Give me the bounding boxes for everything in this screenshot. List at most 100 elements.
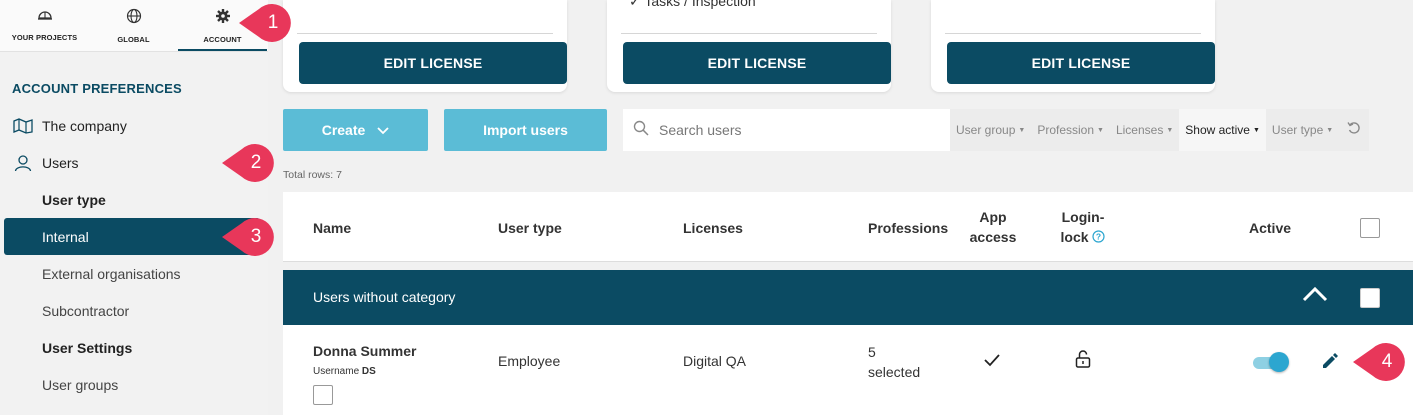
row-checkbox[interactable] (313, 385, 333, 405)
header-line: Login- (1061, 209, 1105, 225)
unlock-icon[interactable] (1075, 350, 1091, 373)
username-label: Username (313, 366, 360, 377)
chevron-down-icon (377, 122, 389, 138)
edit-license-button[interactable]: EDIT LICENSE (299, 42, 567, 84)
license-card: ✓ Tasks / Inspection EDIT LICENSE (607, 0, 891, 92)
filter-user-type[interactable]: User type ▼ (1266, 109, 1339, 151)
sidebar-item-subcontractor[interactable]: Subcontractor (4, 292, 260, 329)
caret-down-icon: ▼ (1166, 126, 1174, 134)
sidebar-item-user-groups[interactable]: User groups (4, 366, 260, 403)
filter-label: Profession (1037, 123, 1095, 137)
sidebar-item-label: External organisations (42, 265, 181, 282)
professions-count: 5 (868, 344, 876, 360)
professions-suffix: selected (868, 364, 921, 380)
search-input[interactable] (659, 122, 919, 138)
user-name[interactable]: Donna Summer (313, 343, 416, 359)
sidebar-item-label: Internal (42, 228, 89, 245)
column-header-user-type[interactable]: User type (498, 220, 562, 236)
filter-label: Show active (1185, 123, 1250, 137)
caret-down-icon: ▼ (1326, 126, 1334, 134)
reset-filters-button[interactable] (1339, 109, 1369, 151)
filter-profession[interactable]: Profession ▼ (1031, 109, 1110, 151)
header-line: lock (1060, 229, 1089, 245)
header-line: access (969, 229, 1017, 245)
licenses-cell: Digital QA (683, 353, 747, 369)
filter-show-active[interactable]: Show active ▼ (1179, 109, 1266, 151)
user-icon (12, 152, 34, 174)
help-icon[interactable]: ? (1092, 229, 1106, 245)
toggle-knob (1269, 352, 1289, 372)
tab-label: ACCOUNT (203, 35, 242, 44)
license-card: EDIT LICENSE (931, 0, 1215, 92)
caret-down-icon: ▼ (1252, 126, 1260, 134)
group-row: Users without category (283, 270, 1413, 325)
group-label: Users without category (313, 289, 456, 305)
tab-label: GLOBAL (117, 35, 150, 44)
map-icon (12, 115, 34, 137)
select-all-checkbox[interactable] (1360, 218, 1380, 238)
edit-pencil-icon[interactable] (1321, 352, 1339, 375)
sidebar-item-label: Users (42, 154, 79, 171)
professions-cell: 5 selected (868, 342, 920, 382)
table-row: Donna Summer Username DS Employee Digita… (283, 325, 1413, 415)
column-header-login-lock[interactable]: Login- lock ? (1053, 209, 1113, 245)
main-content: EDIT LICENSE ✓ Tasks / Inspection EDIT L… (268, 0, 1413, 415)
filter-licenses[interactable]: Licenses ▼ (1110, 109, 1179, 151)
username: Username DS (313, 366, 376, 377)
chevron-up-icon[interactable] (1301, 284, 1329, 309)
column-header-active[interactable]: Active (1249, 220, 1291, 236)
import-users-button[interactable]: Import users (444, 109, 607, 151)
annotation-badge-2: 2 (222, 141, 278, 185)
sidebar-item-company[interactable]: The company (4, 107, 260, 144)
filter-bar: User group ▼ Profession ▼ Licenses ▼ Show a… (950, 109, 1370, 151)
create-button[interactable]: Create (283, 109, 428, 151)
sidebar-item-label: Subcontractor (42, 302, 130, 319)
sidebar-heading-user-type: User type (4, 181, 260, 218)
column-header-name[interactable]: Name (313, 220, 351, 236)
sidebar-item-label: User type (42, 191, 106, 208)
gear-icon (215, 8, 231, 29)
column-header-licenses[interactable]: Licenses (683, 220, 743, 236)
sidebar-item-external-organisations[interactable]: External organisations (4, 255, 260, 292)
sidebar-item-label: The company (42, 117, 127, 134)
create-label: Create (321, 122, 366, 138)
edit-license-button[interactable]: EDIT LICENSE (947, 42, 1215, 84)
tab-your-projects[interactable]: YOUR PROJECTS (0, 0, 89, 51)
divider (621, 33, 877, 34)
sidebar: YOUR PROJECTS GLOBAL ACCOUNT ACCOUNT PRE… (0, 0, 268, 415)
caret-down-icon: ▼ (1097, 126, 1104, 134)
badge-number: 1 (267, 12, 279, 33)
divider (945, 33, 1201, 34)
filter-label: User type (1271, 123, 1324, 137)
top-navigation: YOUR PROJECTS GLOBAL ACCOUNT (0, 0, 268, 52)
total-rows: Total rows: 7 (283, 169, 342, 181)
helmet-icon (37, 8, 53, 27)
account-preferences-title: ACCOUNT PREFERENCES (12, 81, 182, 96)
edit-license-button[interactable]: EDIT LICENSE (623, 42, 891, 84)
annotation-badge-4: 4 (1353, 340, 1409, 384)
undo-icon (1347, 121, 1361, 140)
filter-user-group[interactable]: User group ▼ (950, 109, 1031, 151)
filter-label: User group (956, 123, 1016, 137)
tab-label: YOUR PROJECTS (11, 33, 78, 42)
column-header-professions[interactable]: Professions (868, 220, 948, 236)
checkmark-icon (984, 353, 1000, 372)
column-header-app-access[interactable]: App access (963, 209, 1023, 245)
badge-number: 4 (1381, 351, 1393, 372)
sidebar-heading-user-settings: User Settings (4, 329, 260, 366)
table-header: Name User type Licenses Professions App … (283, 192, 1413, 262)
annotation-badge-1: 1 (239, 1, 295, 45)
divider (297, 33, 553, 34)
group-checkbox[interactable] (1360, 288, 1380, 308)
badge-number: 2 (250, 152, 262, 173)
check-icon: ✓ (629, 0, 645, 9)
annotation-badge-3: 3 (222, 215, 278, 259)
caret-down-icon: ▼ (1018, 126, 1026, 134)
svg-text:?: ? (1096, 232, 1101, 242)
header-line: App (979, 209, 1007, 225)
search-icon (633, 120, 649, 141)
globe-icon (126, 8, 142, 29)
license-feature-label: Tasks / Inspection (644, 0, 756, 9)
active-toggle[interactable] (1253, 352, 1289, 372)
tab-global[interactable]: GLOBAL (89, 0, 178, 51)
